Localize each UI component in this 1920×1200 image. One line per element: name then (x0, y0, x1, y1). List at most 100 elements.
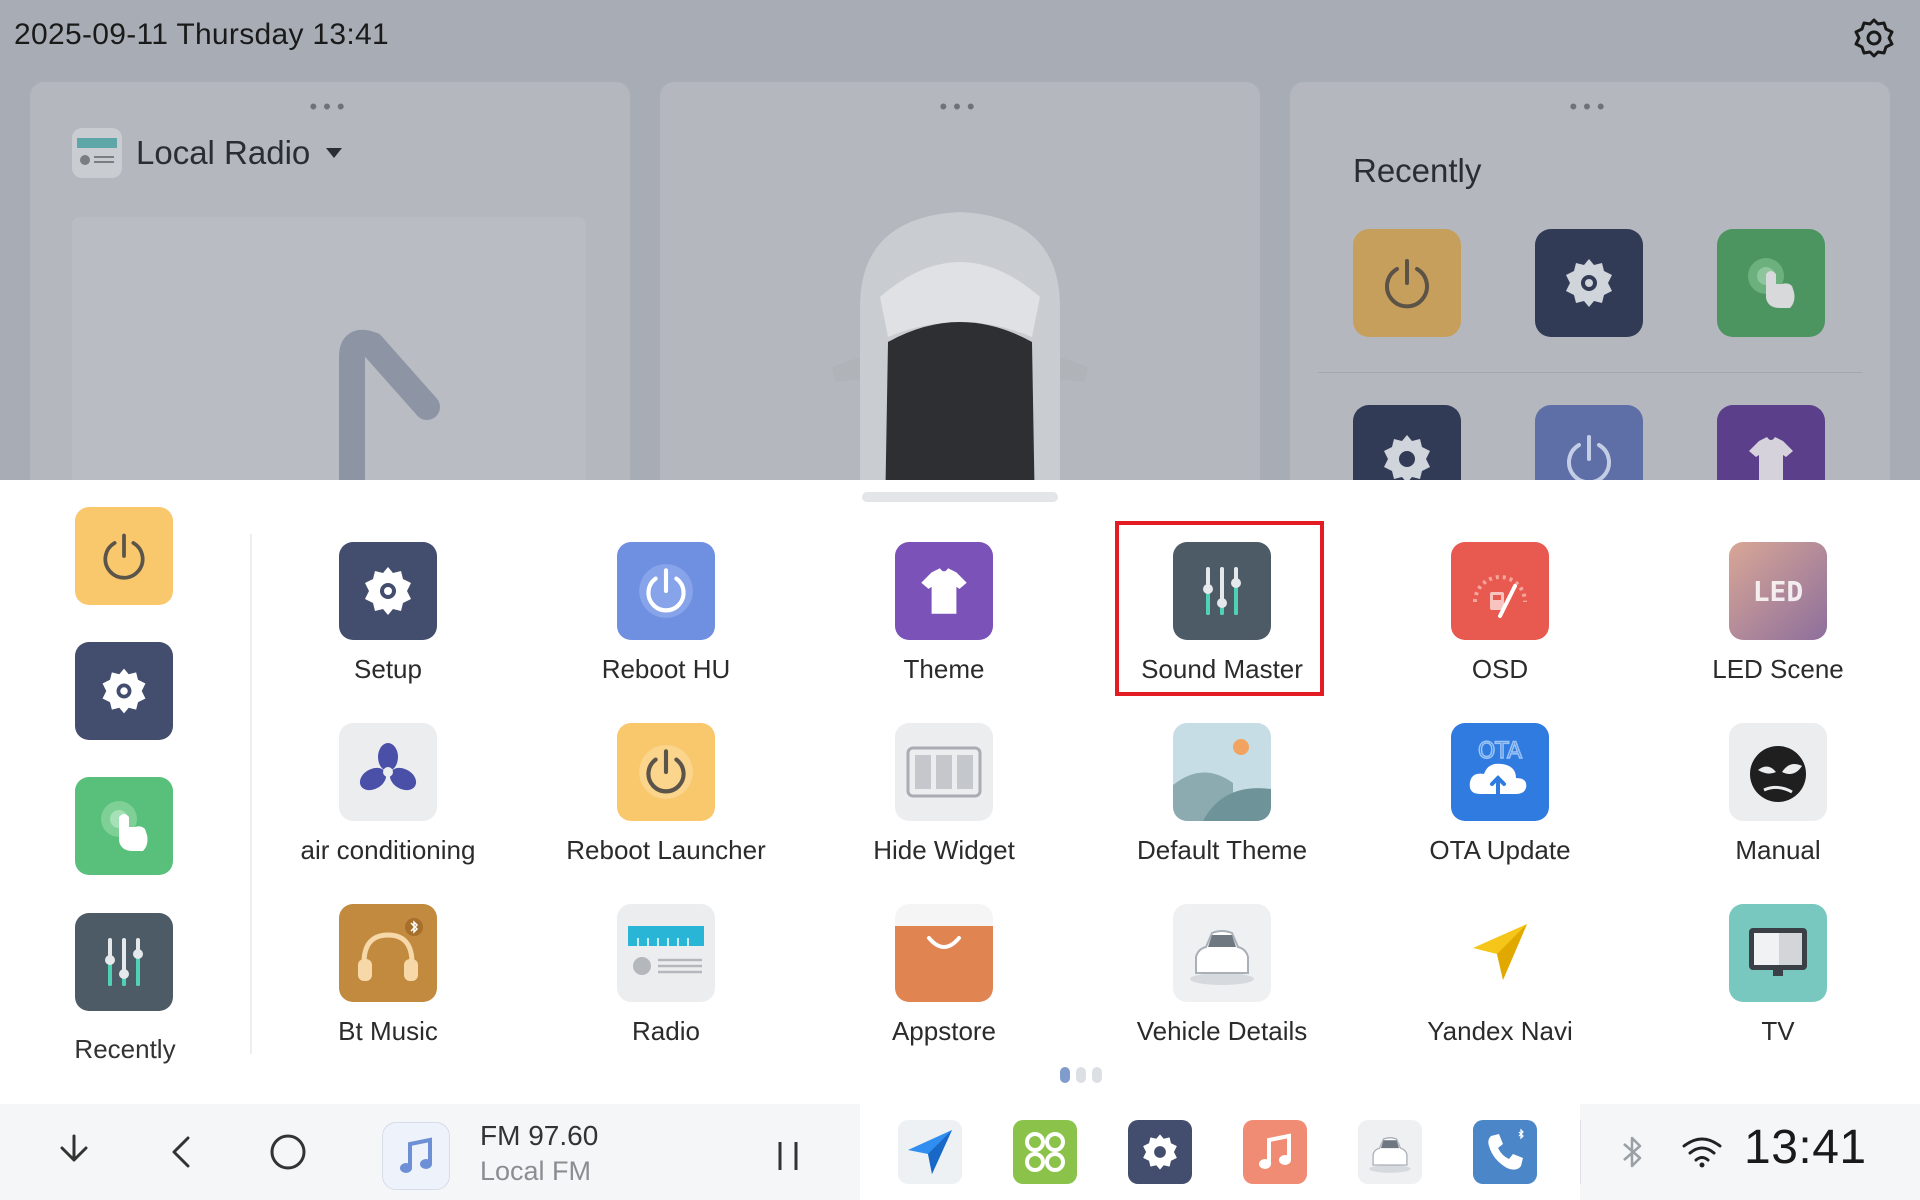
now-playing-station: Local FM (480, 1156, 592, 1186)
recent-setup[interactable] (75, 642, 173, 740)
pause-button[interactable] (760, 1128, 816, 1184)
card-drag-handle[interactable]: ••• (1569, 96, 1610, 118)
back-button[interactable] (154, 1124, 210, 1180)
power-icon (1385, 259, 1429, 309)
page-dot-active[interactable] (1060, 1067, 1070, 1083)
app-default-theme[interactable]: Default Theme (1102, 723, 1342, 893)
app-reboot-launcher[interactable]: Reboot Launcher (546, 723, 786, 893)
app-drawer: Recently Setup Reboot HU Theme Sound Mas… (0, 480, 1920, 1104)
recently-card-title: Recently (1353, 152, 1482, 189)
radio-icon (72, 128, 122, 178)
app-vehicle-details[interactable]: Vehicle Details (1102, 904, 1342, 1074)
dock-apps[interactable] (1013, 1120, 1077, 1184)
power-icon (103, 533, 145, 580)
recently-card[interactable]: ••• Recently (1290, 82, 1890, 480)
app-label: Setup (354, 654, 422, 684)
page-dot[interactable] (1092, 1067, 1102, 1083)
recent-app-setup[interactable] (1353, 405, 1461, 480)
recent-app-theme[interactable] (1717, 405, 1825, 480)
page-dot[interactable] (1076, 1067, 1086, 1083)
recent-app-gesture[interactable] (1717, 229, 1825, 337)
app-label: air conditioning (300, 835, 476, 865)
fan-icon (359, 743, 417, 791)
page-indicator[interactable] (1060, 1067, 1102, 1083)
bag-icon (895, 904, 993, 1002)
now-playing-frequency: FM 97.60 (480, 1120, 599, 1151)
gear-icon (102, 668, 146, 714)
wifi-icon (1674, 1124, 1730, 1180)
radio-card-title: Local Radio (136, 134, 311, 171)
recent-gesture[interactable] (75, 777, 173, 875)
tshirt-icon (1749, 437, 1793, 480)
radio-icon (628, 926, 704, 975)
recent-sound-master[interactable] (75, 913, 173, 1011)
car-icon (1190, 930, 1254, 985)
home-screen-background: 2025-09-11 Thursday 13:41 ••• Local Radi… (0, 0, 1920, 480)
app-label: Reboot HU (601, 654, 731, 684)
app-setup[interactable]: Setup (268, 542, 508, 712)
navigation-arrow-icon (1473, 924, 1527, 980)
app-radio[interactable]: Radio (546, 904, 786, 1074)
app-led-scene[interactable]: LED LED Scene (1658, 542, 1898, 712)
now-playing-widget[interactable]: FM 97.60 Local FM (360, 1114, 860, 1190)
recently-label: Recently (74, 1034, 176, 1064)
app-osd[interactable]: OSD (1380, 542, 1620, 712)
app-ota-update[interactable]: OTA OTA Update (1380, 723, 1620, 893)
bottom-bar: FM 97.60 Local FM 13:41 (0, 1104, 1920, 1200)
card-drag-handle[interactable]: ••• (939, 96, 980, 118)
dock-phone[interactable] (1473, 1120, 1537, 1184)
status-datetime: 2025-09-11 Thursday 13:41 (14, 18, 389, 51)
app-theme[interactable]: Theme (824, 542, 1064, 712)
music-icon (1259, 1133, 1291, 1169)
dock-settings[interactable] (1128, 1120, 1192, 1184)
led-icon: LED (1753, 575, 1804, 608)
drawer-handle[interactable] (862, 492, 1058, 502)
tv-icon (1749, 928, 1807, 976)
recent-reboot-launcher[interactable] (75, 507, 173, 605)
settings-icon[interactable] (1852, 16, 1896, 60)
recent-app-setup[interactable] (1535, 229, 1643, 337)
dock-vehicle[interactable] (1358, 1120, 1422, 1184)
divider (250, 534, 252, 1054)
recent-app-reboot-launcher[interactable] (1353, 229, 1461, 337)
car-image (832, 212, 1088, 480)
app-label: Manual (1735, 835, 1821, 865)
collapse-button[interactable] (46, 1124, 102, 1180)
app-label: OTA Update (1429, 835, 1571, 865)
app-appstore[interactable]: Appstore (824, 904, 1064, 1074)
chevron-down-icon[interactable] (326, 148, 343, 158)
app-label: Yandex Navi (1427, 1016, 1573, 1046)
dock-music[interactable] (1243, 1120, 1307, 1184)
svg-text:LED: LED (1753, 575, 1804, 608)
app-label: LED Scene (1712, 654, 1844, 684)
tshirt-icon (921, 568, 967, 614)
app-dock (860, 1104, 1580, 1200)
touch-icon (101, 801, 148, 851)
app-label: OSD (1471, 654, 1529, 684)
recent-app-reboot-hu[interactable] (1535, 405, 1643, 480)
app-yandex-navi[interactable]: Yandex Navi (1380, 904, 1620, 1074)
divider (1318, 372, 1862, 373)
home-button[interactable] (260, 1124, 316, 1180)
app-tv[interactable]: TV (1658, 904, 1898, 1074)
gear-icon (1566, 259, 1612, 307)
app-bt-music[interactable]: Bt Music (268, 904, 508, 1074)
card-drag-handle[interactable]: ••• (309, 96, 350, 118)
app-manual[interactable]: Manual (1658, 723, 1898, 893)
vehicle-card[interactable]: ••• (660, 82, 1260, 480)
app-label: Hide Widget (873, 835, 1015, 865)
app-label: Default Theme (1136, 835, 1308, 865)
app-hide-widget[interactable]: Hide Widget (824, 723, 1064, 893)
app-label: Theme (903, 654, 985, 684)
status-clock: 13:41 (1744, 1121, 1867, 1174)
selected-app-highlight (1115, 521, 1324, 696)
gauge-icon (1473, 575, 1527, 618)
gear-icon (1384, 435, 1430, 480)
dock-navigation[interactable] (898, 1120, 962, 1184)
gear-icon (365, 567, 411, 615)
apps-icon (1025, 1132, 1065, 1172)
app-reboot-hu[interactable]: Reboot HU (546, 542, 786, 712)
app-air-conditioning[interactable]: air conditioning (268, 723, 508, 893)
local-radio-card[interactable]: ••• Local Radio (30, 82, 630, 480)
car-icon (1369, 1137, 1411, 1173)
